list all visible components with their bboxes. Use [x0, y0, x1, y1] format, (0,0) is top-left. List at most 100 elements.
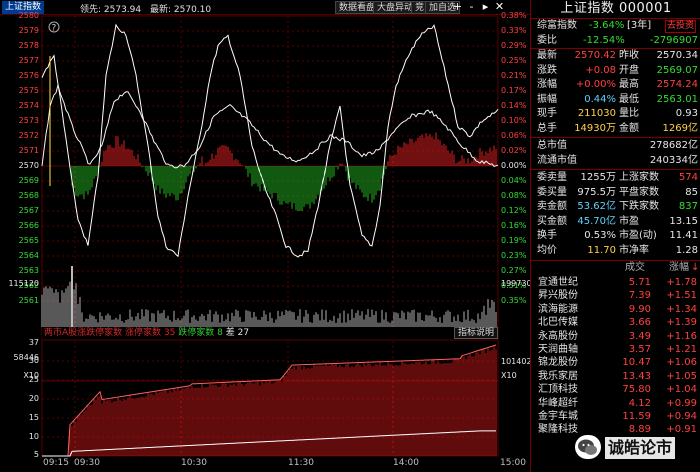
quote-value: 14930万 — [574, 122, 616, 134]
stock-name[interactable]: 北巴传媒 — [538, 316, 578, 330]
stock-price: 9.90 — [628, 303, 651, 315]
pct-tick: 0.21% — [501, 71, 527, 80]
quote-row: 委买量 975.5万 平盘家数 85 — [531, 186, 700, 201]
pct-tick: 0.16% — [501, 221, 527, 230]
sub-chart-title: 两市A股涨跌停家数 涨停家数 35 跌停家数 8 差 27 — [44, 327, 249, 339]
stock-name[interactable]: 金宇车城 — [538, 410, 578, 424]
quote-value: 45.70亿 — [577, 215, 616, 227]
quote-value: 13.15 — [669, 215, 698, 227]
quote-value: 211030 — [577, 108, 616, 119]
price-tick: 2564 — [18, 251, 39, 260]
next-icon[interactable]: ▸ — [479, 1, 492, 14]
quote-label: 市盈 — [619, 215, 639, 227]
stock-price: 10.47 — [622, 357, 651, 369]
quote-value: 0.53% — [584, 230, 616, 241]
quote-value: +0.08 — [585, 64, 616, 76]
stock-row[interactable]: 华峰超纤 4.12 +0.99 — [531, 397, 700, 411]
quote-value: 2570.42 — [574, 50, 616, 61]
pct-tick: 0.23% — [501, 251, 527, 260]
quote-value: 11.41 — [669, 230, 698, 241]
pct-tick: 0.35% — [501, 296, 527, 305]
quote-row: 卖金额 53.62亿 下跌家数 837 — [531, 200, 700, 215]
stock-row[interactable]: 我乐家居 13.43 +1.05 — [531, 370, 700, 384]
quote-value: +0.00% — [575, 79, 616, 90]
stock-name[interactable]: 我乐家居 — [538, 370, 578, 384]
stock-name[interactable]: 华峰超纤 — [538, 397, 578, 411]
quote-label: 委卖量 — [537, 172, 567, 183]
stock-price: 3.49 — [628, 330, 651, 342]
diff-value: 27 — [237, 328, 250, 338]
limit-up-label: 涨停家数 — [125, 328, 162, 338]
count-tick: 20 — [28, 394, 39, 403]
stock-change: +1.34 — [666, 303, 697, 315]
stock-name[interactable]: 汇顶科技 — [538, 383, 578, 397]
quote-value: -3.64% — [589, 20, 625, 31]
stock-row[interactable]: 滨海能源 9.90 +1.34 — [531, 303, 700, 317]
price-tick: 2561 — [18, 296, 39, 305]
quote-label: 上涨家数 — [619, 172, 659, 183]
col-price-header[interactable]: 成交 — [625, 261, 645, 275]
quote-period: [3年] — [627, 20, 652, 31]
quote-label: 流通市值 — [537, 154, 577, 166]
pct-tick: 0.29% — [501, 41, 527, 50]
sort-down-icon[interactable]: ↓ — [691, 261, 699, 275]
chart-canvas[interactable]: ? — [0, 0, 530, 472]
stock-row[interactable]: 金宇车城 11.59 +0.94 — [531, 410, 700, 424]
quote-label: 平盘家数 — [619, 186, 659, 198]
stock-name[interactable]: 聚隆科技 — [538, 423, 578, 437]
stock-name[interactable]: 永高股份 — [538, 330, 578, 344]
quote-label: 总手 — [537, 122, 557, 134]
quote-value: 574 — [678, 172, 698, 183]
stock-name[interactable]: 天润曲轴 — [538, 343, 578, 357]
diff-label: 差 — [225, 328, 235, 338]
invest-button[interactable]: 去投资 — [665, 20, 697, 33]
stock-name[interactable]: 宜通世纪 — [538, 276, 578, 290]
price-tick: 2573 — [18, 116, 39, 125]
quote-label: 最低 — [619, 93, 639, 105]
quote-label: 总市值 — [537, 140, 567, 151]
quote-value: 2574.24 — [656, 79, 698, 90]
quote-value: 2563.01 — [656, 93, 698, 105]
indicator-help-button[interactable]: 指标说明 — [453, 327, 498, 339]
stock-price: 5.71 — [628, 277, 651, 288]
zoom-out-icon[interactable]: - — [465, 1, 478, 14]
quote-value: 2570.34 — [656, 50, 698, 61]
stock-row[interactable]: 北巴传媒 3.66 +1.39 — [531, 316, 700, 330]
stock-row[interactable]: 昇兴股份 7.39 +1.51 — [531, 289, 700, 303]
quote-value: 240334亿 — [649, 154, 698, 166]
count-tick: 15 — [28, 413, 39, 422]
stock-row[interactable]: 锦龙股份 10.47 +1.06 — [531, 356, 700, 370]
volume-tick: 115120 — [8, 279, 39, 288]
col-pct-header[interactable]: 涨幅 — [669, 261, 689, 275]
stock-row[interactable]: 宜通世纪 5.71 +1.78 — [531, 276, 700, 290]
zoom-in-icon[interactable]: + — [451, 1, 464, 14]
watermark: 诚皓论市 — [575, 433, 700, 463]
stock-change: +1.21 — [666, 344, 697, 355]
quote-value: -12.54% — [583, 34, 625, 46]
pct-tick: 0.04% — [501, 176, 527, 185]
chart-area[interactable]: ? 上证指数 领先: 2573.94 最新: 2570.10 数据看盘 大盘异动… — [0, 0, 532, 472]
stock-row[interactable]: 永高股份 3.49 +1.16 — [531, 330, 700, 344]
quote-label: 下跌家数 — [619, 201, 659, 212]
quote-value: 1.28 — [675, 244, 698, 256]
quote-label: 开盘 — [619, 64, 639, 76]
stock-name[interactable]: 锦龙股份 — [538, 356, 578, 370]
stock-name[interactable]: 滨海能源 — [538, 303, 578, 317]
quote-value: 53.62亿 — [577, 201, 616, 212]
pct-tick: 0.14% — [501, 101, 527, 110]
stock-change: +1.16 — [666, 330, 697, 342]
stock-name[interactable]: 昇兴股份 — [538, 289, 578, 303]
quote-label: 金额 — [619, 122, 639, 134]
stock-price: 75.80 — [622, 384, 651, 396]
stock-row[interactable]: 天润曲轴 3.57 +1.21 — [531, 343, 700, 357]
limit-up-value: 35 — [163, 328, 176, 338]
sub-chart-header: 两市A股涨跌停家数 涨停家数 35 跌停家数 8 差 27 指标说明 — [42, 327, 498, 339]
time-tick: 11:30 — [288, 458, 314, 468]
quote-row: 总手 14930万 金额 1269亿 — [531, 122, 700, 137]
price-tick: 2576 — [18, 71, 39, 80]
volume-tick: X10 — [501, 371, 517, 380]
pct-tick: 0.02% — [501, 146, 527, 155]
stock-row[interactable]: 汇顶科技 75.80 +1.04 — [531, 383, 700, 397]
quote-label: 市净率 — [619, 244, 649, 256]
info-icon-glyph: ? — [52, 24, 57, 34]
